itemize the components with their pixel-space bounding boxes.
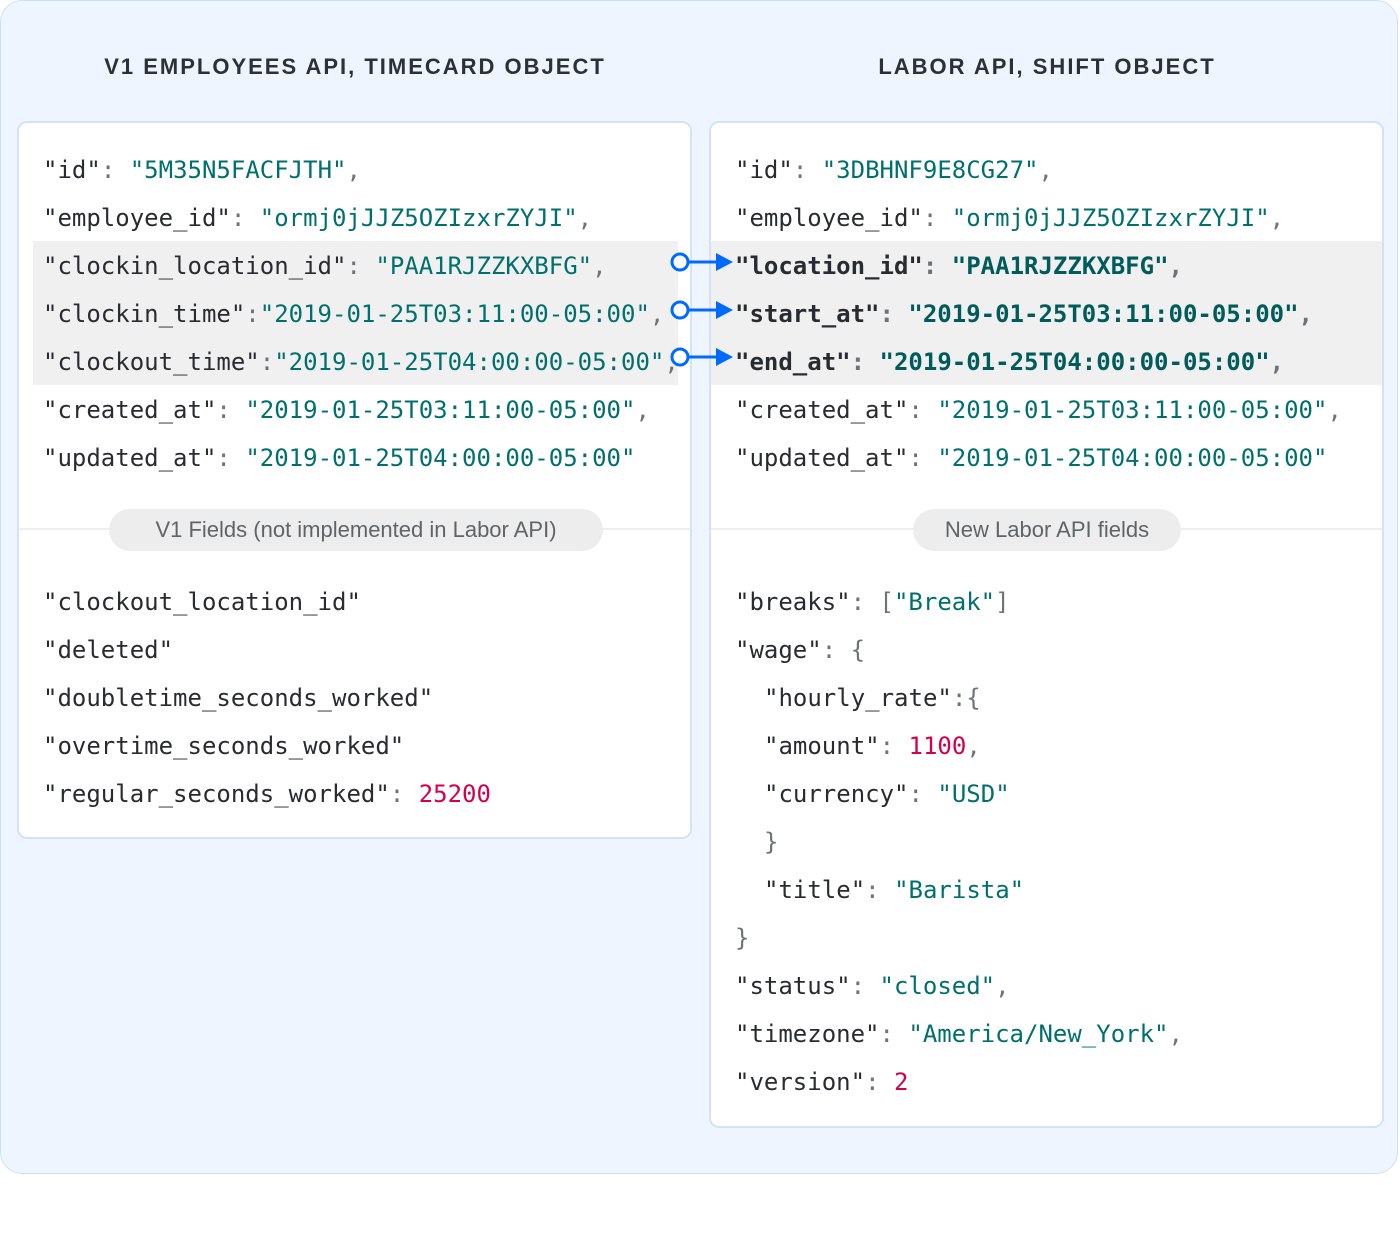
- arrow-location-id: [670, 252, 733, 272]
- arrow-end-at: [670, 347, 733, 367]
- arrow-start-at: [670, 300, 733, 320]
- field-mapping-arrows: [670, 252, 733, 367]
